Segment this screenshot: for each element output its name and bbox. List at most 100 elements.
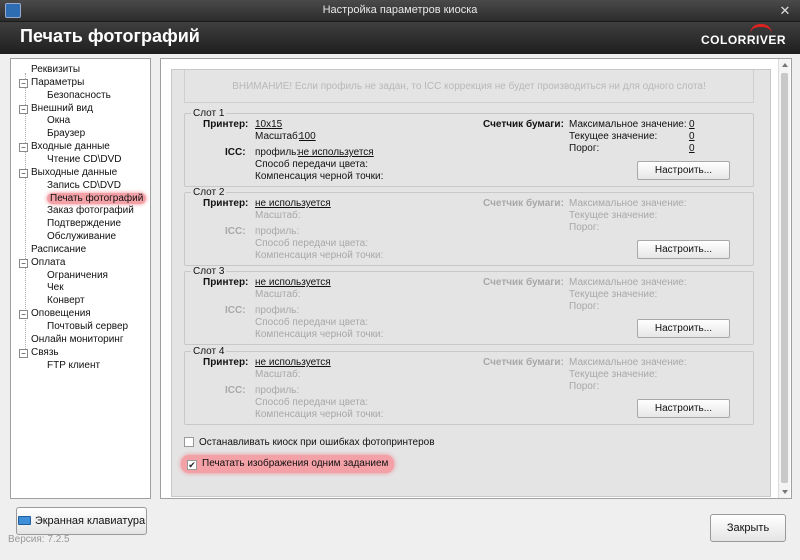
collapse-icon[interactable]: − bbox=[19, 168, 28, 178]
tree-item-label: Расписание bbox=[31, 243, 87, 255]
tree-item[interactable]: − Внешний вид bbox=[19, 102, 93, 115]
collapse-icon[interactable]: − bbox=[19, 258, 28, 268]
paper-counter-label: Счетчик бумаги: bbox=[483, 357, 564, 368]
tree-item-label: Безопасность bbox=[47, 89, 111, 101]
collapse-icon[interactable]: − bbox=[19, 143, 28, 153]
tree-item[interactable]: Чек bbox=[47, 281, 64, 294]
print-single-job-checkbox[interactable]: ✔ Печатать изображения одним заданием bbox=[181, 455, 395, 473]
threshold-label: Порог: bbox=[569, 143, 600, 154]
tree-item-label: Выходные данные bbox=[31, 166, 118, 178]
tree-item-label: Онлайн мониторинг bbox=[31, 333, 124, 345]
profile-label: профиль: bbox=[255, 147, 300, 158]
checkbox-box[interactable] bbox=[184, 437, 194, 447]
max-value-link[interactable]: 0 bbox=[689, 119, 695, 130]
printer-label: Принтер: bbox=[203, 277, 249, 288]
current-value-label: Текущее значение: bbox=[569, 210, 658, 221]
tree-item[interactable]: Конверт bbox=[47, 294, 85, 307]
collapse-icon[interactable]: − bbox=[19, 348, 28, 358]
window-title: Настройка параметров киоска bbox=[322, 4, 478, 16]
tree-item[interactable]: Ограничения bbox=[47, 269, 108, 282]
tree-item-label: Конверт bbox=[47, 295, 85, 307]
printer-link[interactable]: 10x15 bbox=[255, 119, 282, 130]
main-frame: Реквизиты − Параметры Безопасность − Внешний … bbox=[0, 54, 800, 560]
tree-item[interactable]: − Связь bbox=[19, 346, 59, 359]
icc-label: ICC: bbox=[225, 226, 246, 237]
tree-item[interactable]: Печать фотографий bbox=[47, 192, 147, 205]
tree-item[interactable]: Чтение CD\DVD bbox=[47, 153, 121, 166]
icc-label: ICC: bbox=[225, 305, 246, 316]
tree-item-label: Оповещения bbox=[31, 308, 91, 320]
icc-label: ICC: bbox=[225, 385, 246, 396]
profile-link[interactable]: не используется bbox=[298, 147, 374, 158]
tree-item[interactable]: Заказ фотографий bbox=[47, 204, 134, 217]
collapse-icon[interactable]: − bbox=[19, 310, 28, 320]
current-value-link[interactable]: 0 bbox=[689, 131, 695, 142]
slot-title: Слот 3 bbox=[191, 266, 227, 277]
tree-item[interactable]: − Выходные данные bbox=[19, 166, 117, 179]
tree-item-label: Параметры bbox=[31, 76, 85, 88]
tree-item[interactable]: Реквизиты bbox=[31, 63, 80, 76]
max-value-label: Максимальное значение: bbox=[569, 119, 687, 130]
printer-link[interactable]: не используется bbox=[255, 357, 331, 368]
configure-slot-button[interactable]: Настроить... bbox=[637, 399, 730, 418]
printer-link[interactable]: не используется bbox=[255, 277, 331, 288]
tree-item[interactable]: Почтовый сервер bbox=[47, 320, 128, 333]
checkbox-label: Останавливать киоск при ошибках фотоприн… bbox=[199, 437, 435, 448]
tree-item[interactable]: FTP клиент bbox=[47, 359, 100, 372]
tree-item-label: Печать фотографий bbox=[47, 192, 147, 204]
tree-item-label: Входные данные bbox=[31, 141, 110, 153]
tree-item-label: Почтовый сервер bbox=[47, 321, 129, 332]
configure-slot-button[interactable]: Настроить... bbox=[637, 161, 730, 180]
tree-item[interactable]: Браузер bbox=[47, 127, 85, 140]
keyboard-button-label: Экранная клавиатура bbox=[34, 515, 146, 527]
vertical-scrollbar[interactable] bbox=[778, 59, 790, 498]
tree-item[interactable]: Онлайн мониторинг bbox=[31, 333, 123, 346]
tree-item[interactable]: Обслуживание bbox=[47, 230, 116, 243]
profile-label: профиль: bbox=[255, 305, 300, 316]
scroll-thumb[interactable] bbox=[781, 73, 788, 483]
collapse-icon[interactable]: − bbox=[19, 78, 28, 88]
black-point-label: Компенсация черной точки: bbox=[255, 250, 384, 261]
tree-item-label: Чек bbox=[47, 282, 64, 294]
window-titlebar: Настройка параметров киоска ✕ bbox=[0, 0, 800, 22]
printer-label: Принтер: bbox=[203, 198, 249, 209]
black-point-label: Компенсация черной точки: bbox=[255, 329, 384, 340]
checkmark-icon[interactable]: ✔ bbox=[187, 460, 197, 470]
profile-label: профиль: bbox=[255, 385, 300, 396]
tree-item[interactable]: − Входные данные bbox=[19, 140, 110, 153]
close-icon[interactable]: ✕ bbox=[774, 1, 796, 20]
configure-slot-button[interactable]: Настроить... bbox=[637, 319, 730, 338]
black-point-label: Компенсация черной точки: bbox=[255, 171, 384, 182]
settings-tree: Реквизиты − Параметры Безопасность − Внешний … bbox=[10, 58, 151, 499]
collapse-icon[interactable]: − bbox=[19, 104, 28, 114]
tree-item[interactable]: − Параметры bbox=[19, 76, 84, 89]
scroll-up-icon[interactable] bbox=[782, 63, 788, 67]
tree-item[interactable]: − Оплата bbox=[19, 256, 65, 269]
tree-item-label: Обслуживание bbox=[47, 231, 117, 243]
tree-item-label: Реквизиты bbox=[31, 64, 81, 75]
threshold-label: Порог: bbox=[569, 381, 600, 392]
tree-item[interactable]: Запись CD\DVD bbox=[47, 179, 121, 192]
tree-item[interactable]: Подтверждение bbox=[47, 217, 121, 230]
current-value-label: Текущее значение: bbox=[569, 289, 658, 300]
tree-item[interactable]: − Оповещения bbox=[19, 307, 91, 320]
tree-item[interactable]: Окна bbox=[47, 114, 70, 127]
version-text: Версия: 7.2.5 bbox=[8, 534, 70, 545]
printer-link[interactable]: не используется bbox=[255, 198, 331, 209]
icc-label: ICC: bbox=[225, 147, 246, 158]
tree-item[interactable]: Расписание bbox=[31, 243, 86, 256]
tree-item[interactable]: Безопасность bbox=[47, 89, 111, 102]
scale-link[interactable]: 100 bbox=[299, 131, 316, 142]
close-button[interactable]: Закрыть bbox=[710, 514, 786, 542]
configure-slot-button[interactable]: Настроить... bbox=[637, 240, 730, 259]
paper-counter-label: Счетчик бумаги: bbox=[483, 277, 564, 288]
slot-title: Слот 1 bbox=[191, 108, 227, 119]
threshold-label: Порог: bbox=[569, 301, 600, 312]
stop-on-error-checkbox[interactable]: Останавливать киоск при ошибках фотоприн… bbox=[184, 437, 435, 449]
settings-panel: ВНИМАНИЕ! Если профиль не задан, то ICC … bbox=[160, 58, 792, 499]
on-screen-keyboard-button[interactable]: Экранная клавиатура bbox=[16, 507, 147, 535]
threshold-link[interactable]: 0 bbox=[689, 143, 695, 154]
scroll-down-icon[interactable] bbox=[782, 490, 788, 494]
max-value-label: Максимальное значение: bbox=[569, 357, 687, 368]
slot-title: Слот 4 bbox=[191, 346, 227, 357]
